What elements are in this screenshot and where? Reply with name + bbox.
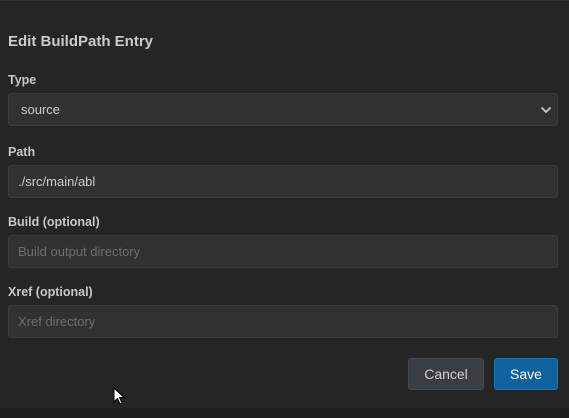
build-label: Build (optional) [8,215,100,229]
xref-label: Xref (optional) [8,285,93,299]
cancel-button[interactable]: Cancel [408,358,484,390]
build-input[interactable]: Build output directory [8,235,558,268]
xref-input-placeholder: Xref directory [18,314,96,329]
type-select-value: source [21,102,61,117]
xref-input[interactable]: Xref directory [8,305,558,338]
mouse-cursor-icon [113,387,125,405]
build-input-placeholder: Build output directory [18,244,141,259]
edit-buildpath-dialog: Edit BuildPath Entry Type source Path ./… [0,0,569,408]
path-label: Path [8,145,36,159]
path-input[interactable]: ./src/main/abl [8,165,558,198]
type-label: Type [8,73,37,87]
dialog-title: Edit BuildPath Entry [8,33,154,50]
save-button[interactable]: Save [494,358,558,390]
type-select[interactable]: source [8,93,558,126]
path-input-value: ./src/main/abl [18,174,96,189]
chevron-down-icon [540,106,552,114]
